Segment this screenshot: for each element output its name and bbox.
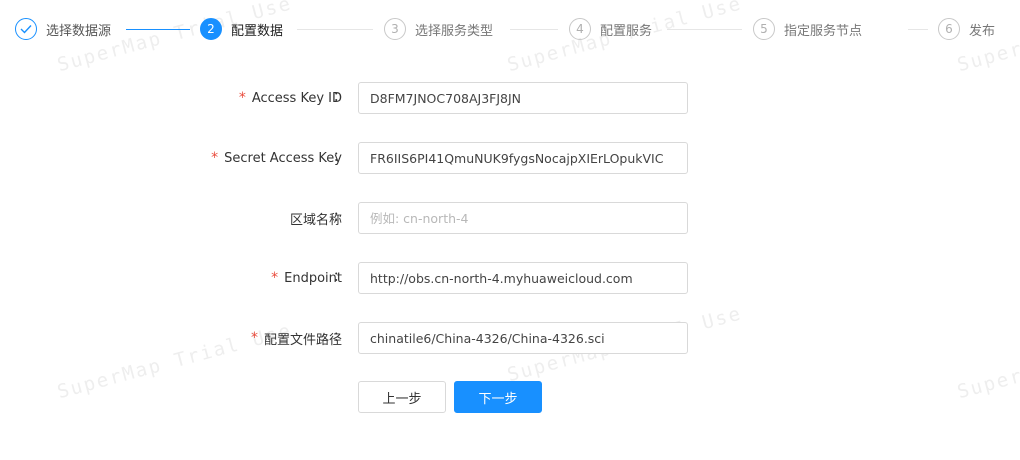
required-mark: *	[211, 150, 219, 166]
step-select-data-source[interactable]: 选择数据源	[15, 17, 111, 41]
step-configure-data[interactable]: 2 配置数据	[200, 17, 283, 41]
step-specify-service-node[interactable]: 5 指定服务节点	[753, 17, 862, 41]
step-select-service-type[interactable]: 3 选择服务类型	[384, 17, 493, 41]
step-label: 选择数据源	[46, 23, 112, 39]
form-row-endpoint: * Endpoint ：	[0, 262, 1020, 294]
access-key-id-input[interactable]	[358, 82, 688, 114]
field-label-text: Secret Access Key	[224, 150, 342, 166]
step-label: 选择服务类型	[415, 23, 494, 39]
required-mark: *	[238, 90, 246, 106]
config-file-path-input[interactable]	[358, 322, 688, 354]
field-label: * Secret Access Key	[211, 142, 342, 174]
form-row-region-name: 区域名称 ：	[0, 202, 1020, 234]
step-connector	[908, 29, 928, 30]
form-row-access-key-id: * Access Key ID ：	[0, 82, 1020, 114]
step-label: 发布	[969, 23, 996, 39]
step-number: 5	[753, 18, 775, 40]
check-icon	[15, 18, 37, 40]
secret-access-key-input[interactable]	[358, 142, 688, 174]
field-label-text: Access Key ID	[251, 90, 342, 106]
step-connector	[126, 29, 190, 30]
label-colon: ：	[333, 150, 347, 165]
required-mark: *	[250, 330, 258, 346]
step-number: 2	[200, 18, 222, 40]
step-connector	[510, 29, 558, 30]
step-number: 6	[938, 18, 960, 40]
steps-bar: 选择数据源 2 配置数据 3 选择服务类型 4 配置服务 5 指定服务节点 6 …	[0, 0, 1020, 60]
next-step-button[interactable]: 下一步	[454, 381, 542, 413]
region-name-input[interactable]	[358, 202, 688, 234]
form-row-config-file-path: * 配置文件路径 ：	[0, 322, 1020, 354]
label-colon: ：	[333, 90, 347, 105]
field-label: * 配置文件路径	[251, 322, 342, 354]
step-connector	[297, 29, 373, 30]
step-label: 配置数据	[231, 23, 284, 39]
form-row-secret-access-key: * Secret Access Key ：	[0, 142, 1020, 174]
step-label: 配置服务	[600, 23, 653, 39]
label-colon: ：	[333, 210, 347, 225]
field-label: * Access Key ID	[239, 82, 342, 114]
step-label: 指定服务节点	[784, 23, 863, 39]
required-mark: *	[271, 270, 279, 286]
endpoint-input[interactable]	[358, 262, 688, 294]
field-label: * Endpoint	[271, 262, 342, 294]
step-number: 4	[569, 18, 591, 40]
field-label-text: 配置文件路径	[263, 332, 342, 348]
previous-step-button[interactable]: 上一步	[358, 381, 446, 413]
label-colon: ：	[333, 270, 347, 285]
step-configure-service[interactable]: 4 配置服务	[569, 17, 652, 41]
step-connector	[667, 29, 742, 30]
step-publish[interactable]: 6 发布	[938, 17, 995, 41]
step-number: 3	[384, 18, 406, 40]
label-colon: ：	[333, 330, 347, 345]
